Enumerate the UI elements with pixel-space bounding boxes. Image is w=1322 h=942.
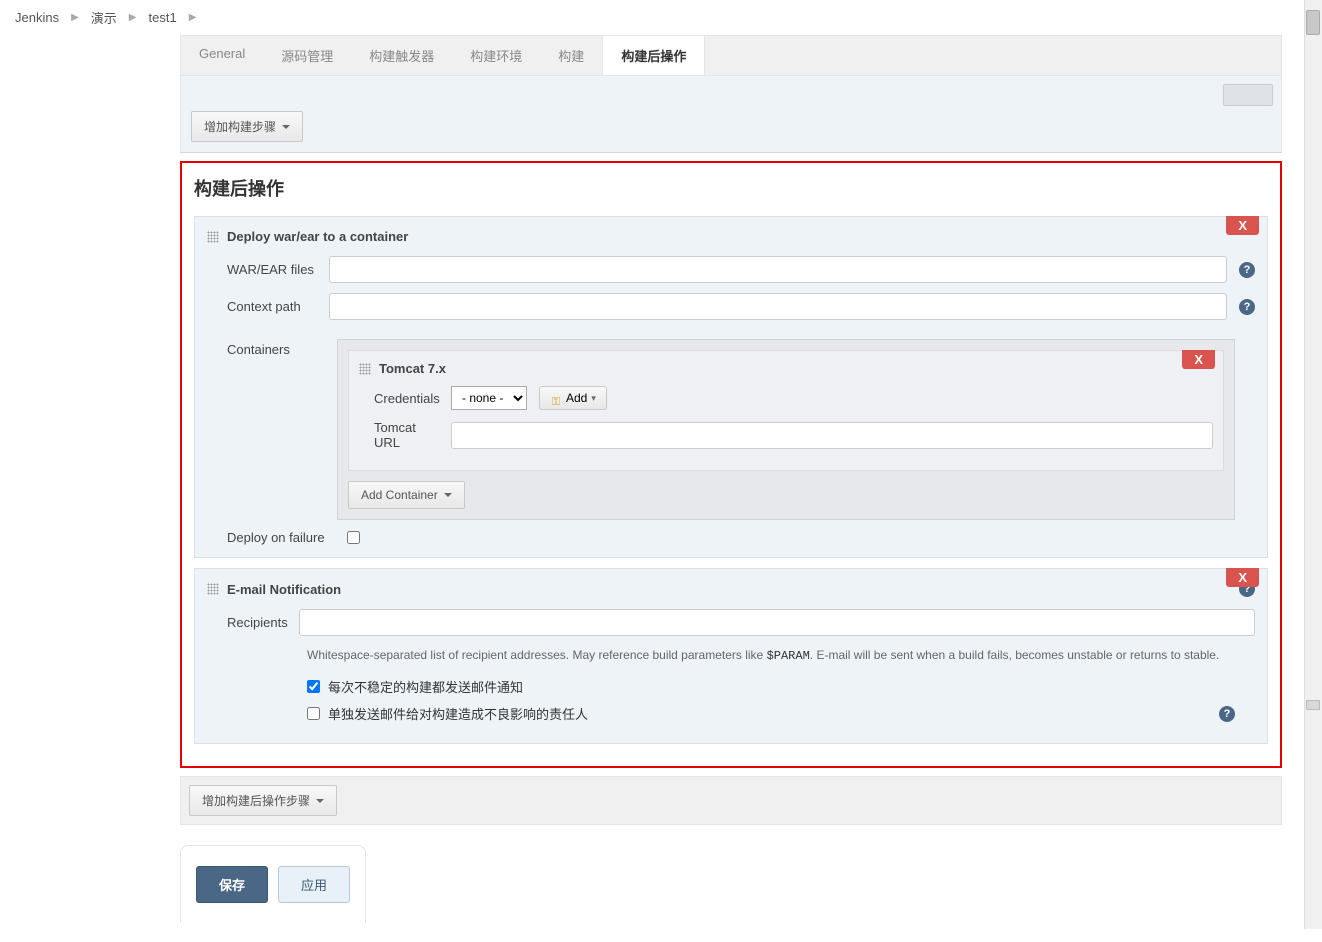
add-post-build-step-label: 增加构建后操作步骤 <box>202 792 310 809</box>
drag-handle-icon[interactable] <box>207 231 219 243</box>
individual-notify-checkbox[interactable] <box>307 707 320 720</box>
delete-deploy-button[interactable]: X <box>1226 216 1259 235</box>
tomcat-url-input[interactable] <box>451 422 1213 449</box>
deploy-on-failure-label: Deploy on failure <box>227 530 337 545</box>
tab-build-env[interactable]: 构建环境 <box>452 36 540 75</box>
chevron-right-icon: ▶ <box>189 12 197 23</box>
add-build-step-button[interactable]: 增加构建步骤 <box>191 111 303 142</box>
caret-down-icon <box>444 493 452 497</box>
breadcrumb: Jenkins ▶ 演示 ▶ test1 ▶ <box>0 0 1302 35</box>
tomcat-url-label: Tomcat URL <box>359 420 439 450</box>
delete-email-button[interactable]: X <box>1226 568 1259 587</box>
drag-handle-icon[interactable] <box>359 363 371 375</box>
tab-build[interactable]: 构建 <box>540 36 602 75</box>
chevron-right-icon: ▶ <box>71 12 79 23</box>
help-icon[interactable]: ? <box>1219 706 1235 722</box>
breadcrumb-item-test1[interactable]: test1 <box>149 10 177 25</box>
email-block-title: E-mail Notification <box>227 582 341 597</box>
individual-notify-label: 单独发送邮件给对构建造成不良影响的责任人 <box>328 704 588 723</box>
chevron-right-icon: ▶ <box>129 12 137 23</box>
post-build-highlight: 构建后操作 X Deploy war/ear to a container WA… <box>180 161 1282 768</box>
apply-button[interactable]: 应用 <box>278 866 350 903</box>
drag-handle-icon[interactable] <box>207 583 219 595</box>
add-credentials-label: Add <box>566 391 587 405</box>
tab-build-triggers[interactable]: 构建触发器 <box>351 36 452 75</box>
email-publisher-block: X E-mail Notification ? Recipients White… <box>194 568 1268 744</box>
tomcat-container-block: X Tomcat 7.x Credentials - none - <box>348 350 1224 471</box>
caret-down-icon <box>316 799 324 803</box>
containers-nested-block: X Tomcat 7.x Credentials - none - <box>337 339 1235 520</box>
credentials-select[interactable]: - none - <box>451 386 527 410</box>
context-path-input[interactable] <box>329 293 1227 320</box>
tab-scm[interactable]: 源码管理 <box>263 36 351 75</box>
tab-general[interactable]: General <box>181 36 263 75</box>
breadcrumb-item-demo[interactable]: 演示 <box>91 8 117 27</box>
collapsed-button[interactable] <box>1223 84 1273 106</box>
context-path-label: Context path <box>207 299 317 314</box>
recipients-help-text: Whitespace-separated list of recipient a… <box>307 646 1235 665</box>
deploy-on-failure-checkbox[interactable] <box>347 531 360 544</box>
scrollbar-marker <box>1306 700 1320 710</box>
caret-down-icon <box>282 125 290 129</box>
deploy-block-title: Deploy war/ear to a container <box>227 229 408 244</box>
add-post-build-step-button[interactable]: 增加构建后操作步骤 <box>189 785 337 816</box>
caret-down-icon: ▾ <box>591 393 596 404</box>
breadcrumb-item-jenkins[interactable]: Jenkins <box>15 10 59 25</box>
config-tabs: General 源码管理 构建触发器 构建环境 构建 构建后操作 <box>180 35 1282 75</box>
tab-post-build[interactable]: 构建后操作 <box>602 36 705 76</box>
help-icon[interactable]: ? <box>1239 262 1255 278</box>
deploy-publisher-block: X Deploy war/ear to a container WAR/EAR … <box>194 216 1268 558</box>
outer-scrollbar-thumb[interactable] <box>1306 10 1320 35</box>
container-title: Tomcat 7.x <box>379 361 446 376</box>
war-ear-input[interactable] <box>329 256 1227 283</box>
unstable-notify-label: 每次不稳定的构建都发送邮件通知 <box>328 677 523 696</box>
add-credentials-button[interactable]: Add ▾ <box>539 386 607 410</box>
recipients-label: Recipients <box>207 615 287 630</box>
credentials-label: Credentials <box>359 391 439 406</box>
add-container-label: Add Container <box>361 488 438 502</box>
key-icon <box>550 394 562 402</box>
delete-container-button[interactable]: X <box>1182 350 1215 369</box>
post-build-section-title: 构建后操作 <box>194 175 1268 201</box>
save-button[interactable]: 保存 <box>196 866 268 903</box>
add-container-button[interactable]: Add Container <box>348 481 465 509</box>
outer-scrollbar[interactable] <box>1304 0 1322 929</box>
bottom-action-bar: 保存 应用 <box>180 845 366 923</box>
unstable-notify-checkbox[interactable] <box>307 680 320 693</box>
war-ear-label: WAR/EAR files <box>207 262 317 277</box>
build-section-footer: 增加构建步骤 <box>180 75 1282 153</box>
add-build-step-label: 增加构建步骤 <box>204 118 276 135</box>
recipients-input[interactable] <box>299 609 1255 636</box>
help-icon[interactable]: ? <box>1239 299 1255 315</box>
containers-label: Containers <box>207 342 317 357</box>
